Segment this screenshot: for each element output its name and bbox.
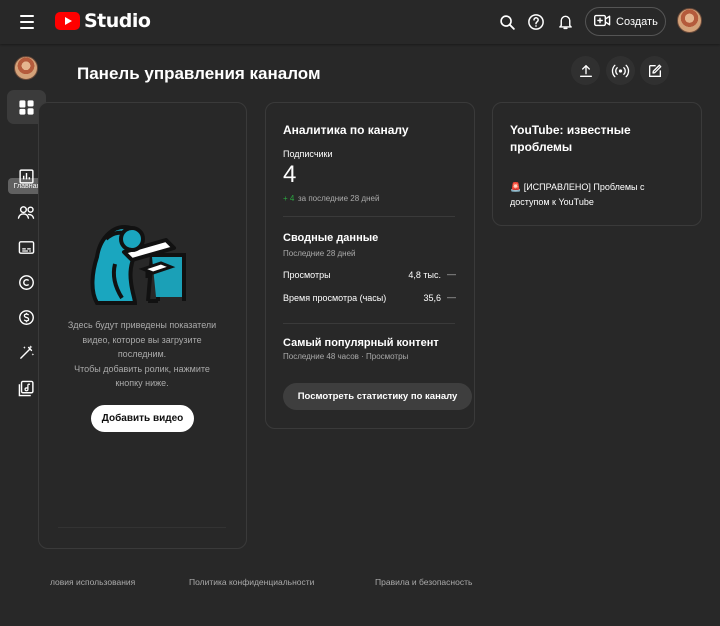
upload-button[interactable] xyxy=(571,56,600,85)
views-value: 4,8 тыс. xyxy=(408,270,441,280)
analytics-divider xyxy=(283,323,455,324)
known-issues-title: YouTube: известные проблемы xyxy=(510,123,631,154)
hamburger-icon[interactable] xyxy=(18,12,38,32)
popular-content-period: Последние 48 часов · Просмотры xyxy=(283,352,409,361)
card-divider xyxy=(58,527,226,528)
community-icon xyxy=(17,205,34,219)
youtube-play-icon xyxy=(55,12,80,30)
upload-icon xyxy=(579,64,592,77)
known-issue-item[interactable]: 🚨 [ИСПРАВЛЕНО] Проблемы с доступом к You… xyxy=(510,180,660,210)
watch-time-trend: — xyxy=(447,292,456,302)
search-icon[interactable] xyxy=(496,11,518,33)
subtitles-icon xyxy=(18,240,35,254)
go-live-button[interactable] xyxy=(606,56,635,85)
empty-video-message-line-1: Здесь будут приведены показатели видео, … xyxy=(67,320,217,359)
channel-stats-button[interactable]: Посмотреть статистику по каналу xyxy=(283,383,472,410)
video-plus-icon xyxy=(594,14,611,30)
upload-illustration xyxy=(90,225,186,305)
customization-icon xyxy=(20,344,35,359)
subscribers-count: 4 xyxy=(283,161,297,188)
watch-time-value: 35,6 xyxy=(423,293,441,303)
add-video-button[interactable]: Добавить видео xyxy=(91,405,194,432)
youtube-studio-logo[interactable]: Studio xyxy=(55,10,151,32)
summary-title: Сводные данные xyxy=(283,232,379,244)
top-bar: Studio Создать xyxy=(0,0,720,44)
empty-video-message-line-2: Чтобы добавить ролик, нажмите кнопку ниж… xyxy=(74,363,210,389)
page-title: Панель управления каналом xyxy=(77,64,321,83)
popular-content-title: Самый популярный контент xyxy=(283,337,439,349)
watch-time-label: Время просмотра (часы) xyxy=(283,293,387,303)
help-icon[interactable] xyxy=(525,11,547,33)
audio-library-icon xyxy=(18,380,34,396)
account-avatar[interactable] xyxy=(677,8,702,33)
live-broadcast-icon xyxy=(611,64,630,77)
subscribers-change: + 4 xyxy=(283,194,295,203)
views-trend: — xyxy=(447,269,456,279)
channel-avatar[interactable] xyxy=(14,56,38,80)
dashboard-icon xyxy=(19,99,34,115)
studio-logo-text: Studio xyxy=(84,10,151,32)
copyright-icon xyxy=(19,274,34,290)
analytics-title: Аналитика по каналу xyxy=(283,123,409,137)
create-label: Создать xyxy=(616,15,658,28)
create-button[interactable]: Создать xyxy=(585,7,666,36)
analytics-divider xyxy=(283,216,455,217)
empty-video-message: Здесь будут приведены показатели видео, … xyxy=(62,318,222,391)
subscribers-label: Подписчики xyxy=(283,149,333,159)
privacy-link[interactable]: Политика конфиденциальности xyxy=(189,577,314,587)
summary-period: Последние 28 дней xyxy=(283,249,356,258)
edit-icon xyxy=(648,64,661,77)
create-post-button[interactable] xyxy=(640,56,669,85)
safety-link[interactable]: Правила и безопасность xyxy=(375,577,472,587)
analytics-icon xyxy=(19,168,34,184)
terms-link[interactable]: ловия использования xyxy=(50,577,135,587)
earn-icon xyxy=(19,309,34,325)
views-label: Просмотры xyxy=(283,270,331,280)
bell-icon[interactable] xyxy=(554,11,576,33)
subscribers-period: за последние 28 дней xyxy=(298,194,380,203)
